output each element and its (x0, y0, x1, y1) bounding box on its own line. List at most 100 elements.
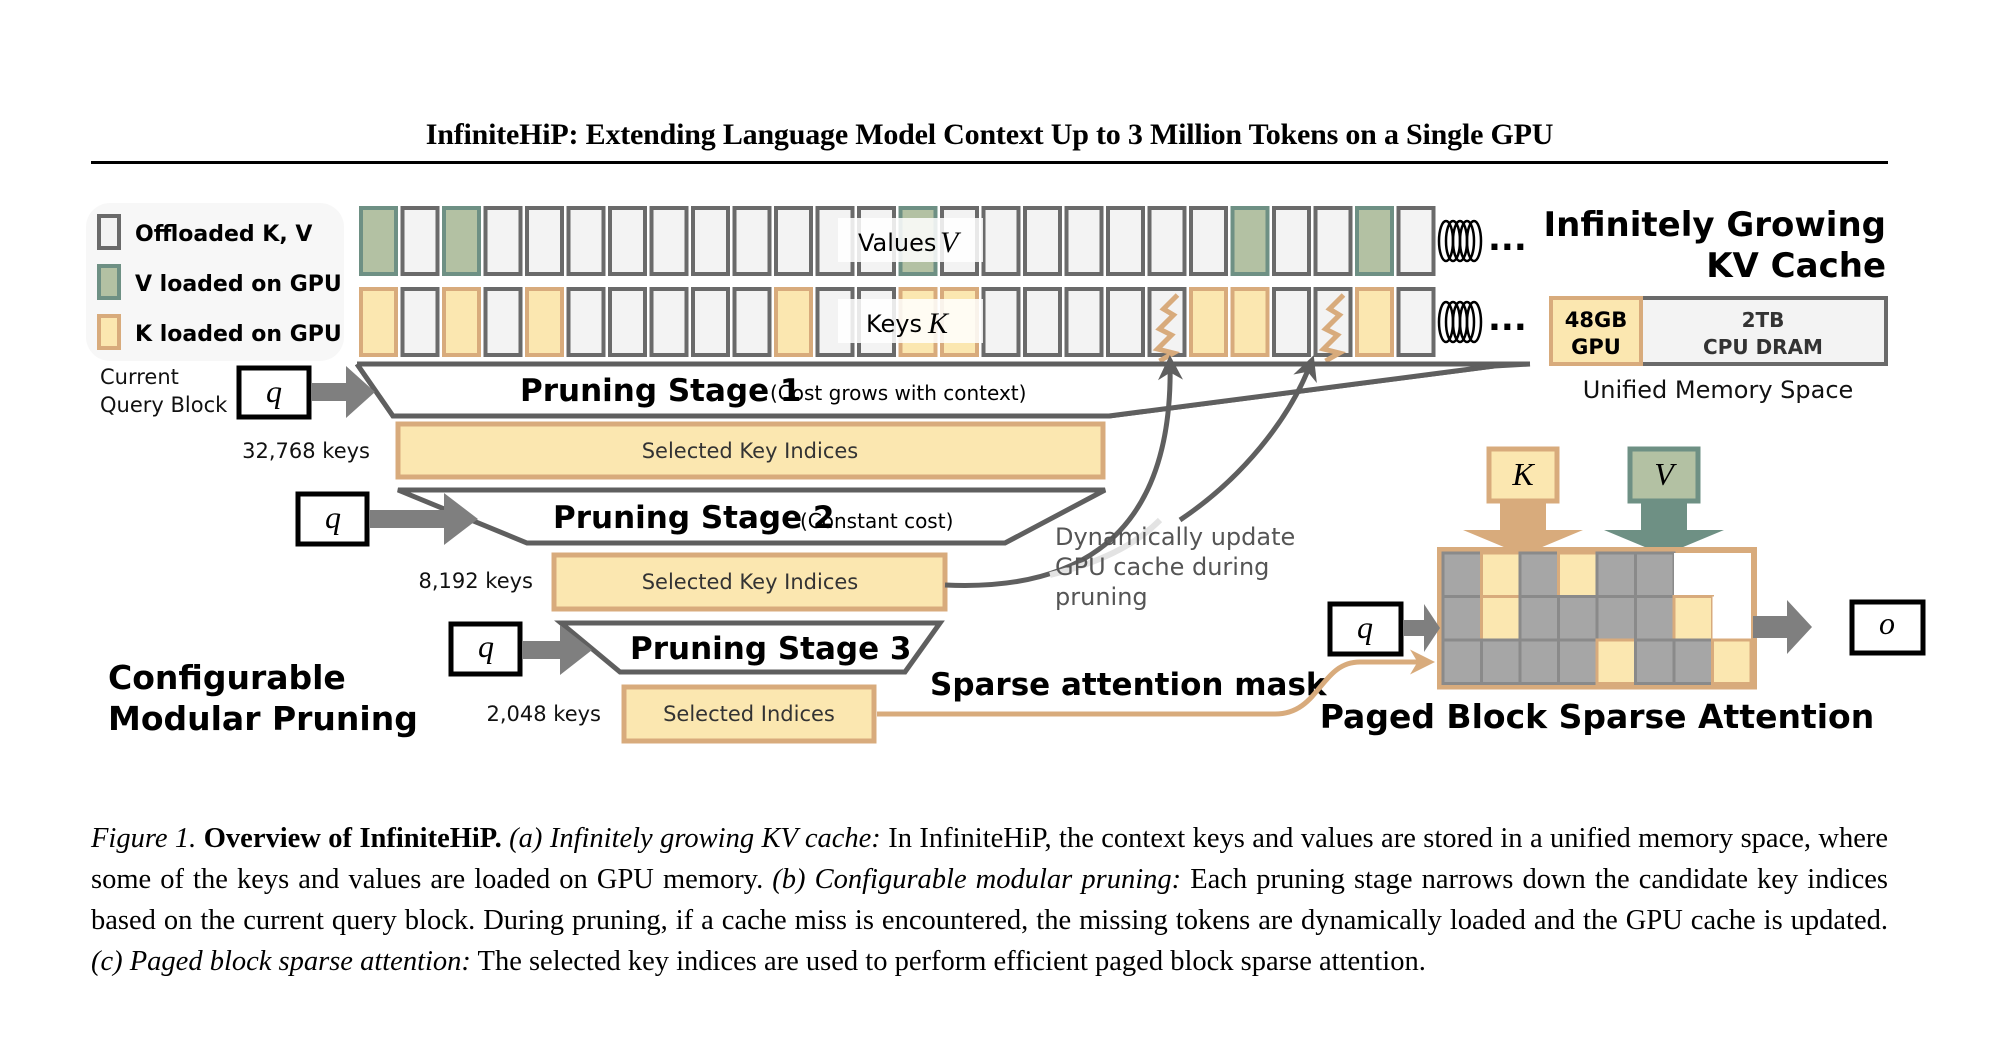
stage-2-output-label: Selected Key Indices (642, 570, 859, 594)
infinite-growth-spring-icon (1437, 219, 1483, 344)
q-symbol: q (266, 373, 282, 409)
key-cell (981, 287, 1021, 357)
legend-label-k: K loaded on GPU (135, 322, 342, 347)
mask-block-masked (1557, 638, 1599, 685)
key-cell (649, 287, 689, 357)
mask-block-masked (1634, 595, 1676, 642)
keys-ellipsis: ... (1488, 299, 1527, 339)
attention-title: Paged Block Sparse Attention (1320, 697, 1874, 736)
pruning-stage-1: Pruning Stage 1 (Cost grows with context… (354, 361, 1531, 419)
pruning-stage-2: Pruning Stage 2 (Constant cost) (397, 487, 1107, 546)
stage-2-title: Pruning Stage 2 (553, 500, 834, 536)
sparse-attention-matrix (1437, 547, 1757, 690)
mask-block-masked (1441, 595, 1483, 642)
value-cell (1272, 206, 1311, 276)
legend-label-offloaded: Offloaded K, V (135, 222, 312, 247)
value-cell (649, 206, 689, 276)
key-cell (359, 287, 398, 357)
stage-3-output-label: Selected Indices (663, 702, 835, 726)
section-title-line2: Modular Pruning (108, 699, 418, 738)
mask-block-empty (1712, 553, 1751, 597)
value-cell (483, 206, 523, 276)
mask-block-selected (1480, 551, 1522, 598)
q-symbol: q (1357, 609, 1373, 645)
caption-a-label: (a) Infinitely growing KV cache: (509, 823, 881, 854)
key-cell (608, 287, 647, 357)
kv-cache-title-line2: KV Cache (1706, 246, 1886, 286)
mask-block-selected (1480, 595, 1522, 642)
key-cell (774, 287, 813, 357)
stage-1-title: Pruning Stage 1 (520, 373, 801, 409)
update-note-line3: pruning (1055, 583, 1148, 611)
value-cell (1147, 206, 1187, 276)
value-cell (774, 206, 813, 276)
mask-block-masked (1480, 638, 1522, 685)
stage-1-note: (Cost grows with context) (770, 381, 1026, 405)
keys-label: Keys K (838, 299, 983, 343)
value-cell (442, 206, 481, 276)
values-label-text: Values (858, 229, 936, 257)
figure-title: Overview of InfiniteHiP. (203, 823, 502, 854)
key-cell (1230, 287, 1270, 357)
stage-3-title: Pruning Stage 3 (630, 631, 911, 667)
v-symbol: V (1654, 456, 1677, 492)
legend-label-v: V loaded on GPU (135, 272, 342, 297)
query-block-1: q (236, 365, 312, 420)
mask-block-masked (1634, 638, 1676, 685)
value-cell (1355, 206, 1394, 276)
figure-label: Figure 1. (91, 823, 197, 854)
value-cell (400, 206, 440, 276)
section-title-line1: Configurable (108, 658, 346, 697)
key-cell (1396, 287, 1436, 357)
o-symbol: o (1879, 605, 1895, 641)
key-cell (442, 287, 481, 357)
mask-block-masked (1595, 595, 1637, 642)
figure-caption: Figure 1. Overview of InfiniteHiP. (a) I… (91, 818, 1888, 982)
keys-label-text: Keys (866, 310, 922, 338)
update-note-line1: Dynamically update (1055, 523, 1295, 551)
values-label: Values V (838, 218, 983, 262)
key-cell (400, 287, 440, 357)
stage-2-note: (Constant cost) (800, 509, 953, 533)
update-note-line2: GPU cache during (1055, 553, 1269, 581)
query-block-3: q (448, 621, 523, 677)
value-cell (608, 206, 647, 276)
value-cell (1189, 206, 1228, 276)
value-cell (359, 206, 398, 276)
cpu-label: CPU DRAM (1703, 335, 1823, 359)
memory-bar: 48GB GPU 2TB CPU DRAM Unified Memory Spa… (1549, 296, 1888, 404)
key-cell (1064, 287, 1104, 357)
cpu-size: 2TB (1742, 308, 1785, 332)
value-cell (525, 206, 564, 276)
mask-block-selected (1672, 595, 1714, 642)
mask-block-masked (1634, 551, 1676, 598)
key-cell (691, 287, 730, 357)
current-query-label-line1: Current (100, 365, 179, 389)
mask-block-selected (1595, 638, 1637, 685)
value-cell (1023, 206, 1062, 276)
attention-output-block: o (1849, 599, 1926, 656)
stage-1-output-label: Selected Key Indices (642, 439, 859, 463)
mask-block-masked (1672, 638, 1714, 685)
attention-k-input: K (1463, 446, 1583, 555)
sparse-mask-label: Sparse attention mask (930, 667, 1328, 703)
value-cell (981, 206, 1021, 276)
mask-block-empty (1674, 553, 1713, 597)
mask-block-masked (1557, 595, 1599, 642)
attention-output-arrow (1753, 600, 1812, 654)
query-block-2: q (295, 491, 370, 547)
gpu-size: 48GB (1565, 308, 1627, 332)
legend-swatch-v (97, 264, 121, 300)
q-symbol: q (325, 499, 341, 535)
gpu-label: GPU (1571, 335, 1621, 359)
caption-b-label: (b) Configurable modular pruning: (772, 864, 1182, 895)
stage-3-key-count: 2,048 keys (487, 702, 602, 726)
value-cell (566, 206, 606, 276)
attention-query-arrow (1404, 604, 1440, 652)
kv-cache-title-line1: Infinitely Growing (1543, 205, 1886, 245)
legend: Offloaded K, V V loaded on GPU K loaded on… (86, 203, 344, 361)
legend-swatch-offloaded (97, 214, 121, 250)
value-cell (1064, 206, 1104, 276)
key-cell (1106, 287, 1145, 357)
mask-block-selected (1711, 638, 1753, 685)
